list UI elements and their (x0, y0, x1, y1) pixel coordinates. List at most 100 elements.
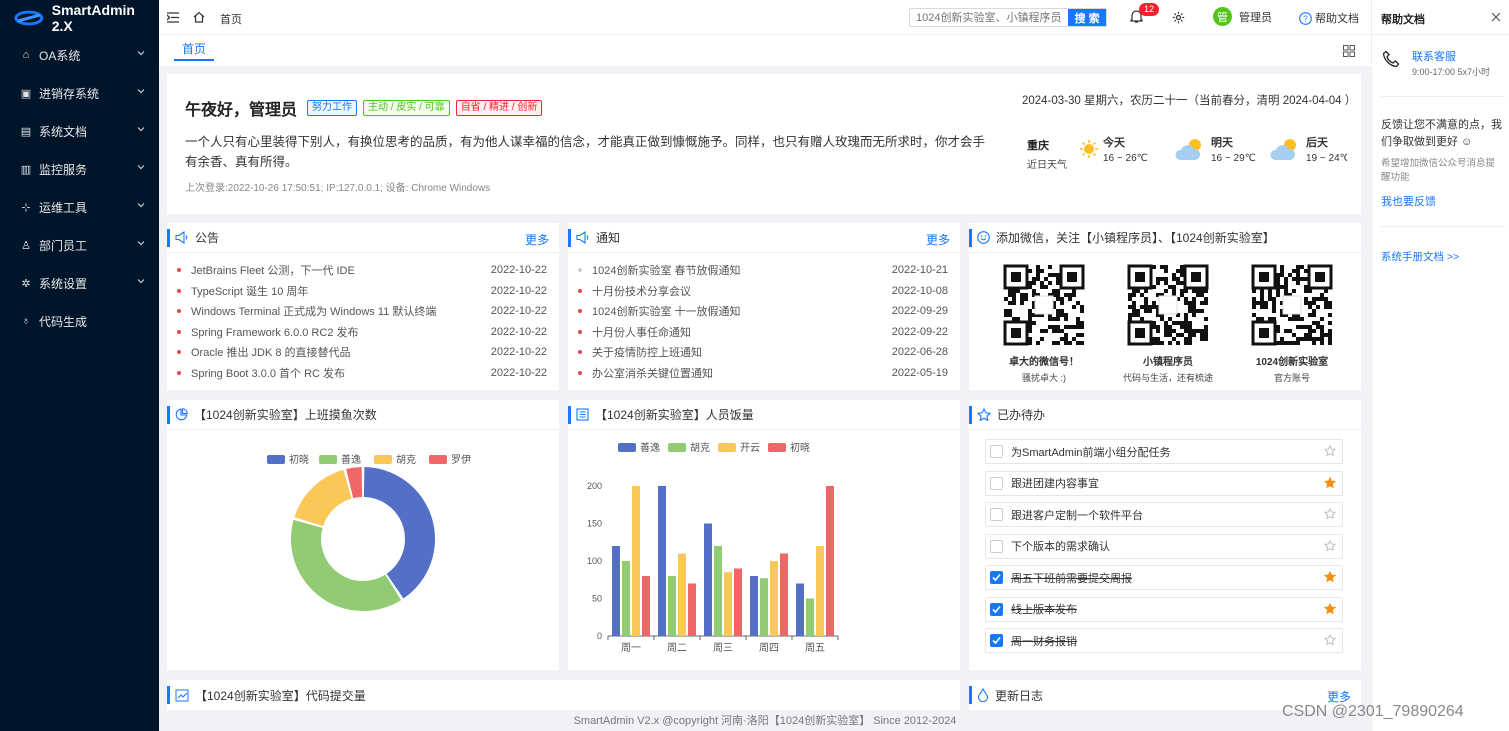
sidebar-item-4[interactable]: ▥ 监控服务 (0, 150, 159, 188)
todo-checkbox[interactable] (990, 634, 1003, 647)
bar[interactable] (724, 572, 732, 636)
user-menu[interactable]: 管 管理员 (1213, 7, 1272, 26)
sidebar-item-8[interactable]: ♁ 代码生成 (0, 302, 159, 340)
legend-item[interactable]: 胡克 (374, 453, 416, 466)
qr-card: 1024创新实验室 官方账号 (1237, 264, 1347, 384)
breadcrumb[interactable]: 首页 (220, 11, 242, 27)
sidebar-item-1[interactable]: ⌂ OA系统 (0, 36, 159, 74)
bar[interactable] (632, 486, 640, 636)
todo-checkbox[interactable] (990, 539, 1003, 553)
help-doc-button[interactable]: ? 帮助文档 (1299, 10, 1359, 26)
todo-item[interactable]: 跟进客户定制一个软件平台 (985, 502, 1343, 527)
sidebar-item-2[interactable]: ▣ 进销存系统 (0, 74, 159, 112)
legend-item[interactable]: 初晓 (768, 441, 810, 454)
list-item[interactable]: 1024创新实验室 春节放假通知 2022-10-21 (578, 260, 948, 280)
sidebar-item-6[interactable]: ♙ 部门员工 (0, 226, 159, 264)
star-filled-icon[interactable] (1324, 602, 1336, 615)
legend-item[interactable]: 善逸 (618, 441, 660, 454)
todo-item[interactable]: 周一财务报销 (985, 628, 1343, 653)
legend-item[interactable]: 开云 (718, 443, 760, 454)
quote-line-2: 有余香、真有所得。 (185, 155, 298, 169)
legend-item[interactable]: 罗伊 (429, 454, 471, 466)
bar[interactable] (826, 486, 834, 636)
search-box: 搜 索 (909, 8, 1107, 27)
search-input[interactable] (910, 9, 1069, 26)
list-item-date: 2022-10-21 (891, 264, 948, 276)
sidebar-item-7[interactable]: ✲ 系统设置 (0, 264, 159, 302)
list-item-date: 2022-06-28 (891, 346, 948, 358)
bar[interactable] (658, 486, 666, 636)
bar[interactable] (780, 553, 788, 637)
todo-item[interactable]: 跟进团建内容事宜 (985, 470, 1343, 496)
todo-item[interactable]: 为SmartAdmin前端小组分配任务 (985, 439, 1343, 464)
star-outline-icon[interactable] (1324, 445, 1336, 457)
star-filled-icon[interactable] (1324, 571, 1336, 583)
home-icon[interactable] (193, 11, 205, 23)
list-item[interactable]: Oracle 推出 JDK 8 的直接替代品 2022-10-22 (177, 342, 547, 362)
todo-checkbox[interactable] (990, 445, 1003, 458)
bar[interactable] (688, 583, 696, 637)
list-item[interactable]: 十月份人事任命通知 2022-09-22 (578, 322, 948, 342)
close-icon[interactable] (1491, 12, 1501, 22)
pie-slice[interactable] (363, 467, 435, 599)
todo-checkbox[interactable] (990, 602, 1003, 616)
feedback-link[interactable]: 我也要反馈 (1381, 193, 1436, 209)
menu-fold-icon[interactable] (167, 12, 179, 23)
bar[interactable] (760, 578, 768, 636)
pie-slice[interactable] (294, 469, 352, 527)
legend-item[interactable]: 初晓 (267, 453, 309, 466)
bar[interactable] (642, 576, 650, 636)
notice-more-link[interactable]: 更多 (525, 231, 549, 248)
list-item[interactable]: 办公室消杀关键位置通知 2022-05-19 (578, 363, 948, 383)
star-filled-icon[interactable] (1324, 476, 1336, 489)
todo-item[interactable]: 周五下班前需要提交周报 (985, 565, 1343, 590)
notification-bell[interactable]: 12 (1130, 3, 1160, 25)
bar[interactable] (816, 546, 824, 636)
todo-checkbox[interactable] (990, 476, 1003, 490)
legend-item[interactable]: 胡克 (668, 441, 710, 454)
list-item[interactable]: 十月份技术分享会议 2022-10-08 (578, 281, 948, 301)
notice-header: 公告 更多 (167, 223, 559, 253)
settings-gear-icon[interactable] (1172, 11, 1185, 24)
inform-more-link[interactable]: 更多 (926, 231, 950, 248)
check-icon (992, 636, 1001, 645)
greeting: 午夜好，管理员 (185, 102, 298, 119)
list-item[interactable]: 1024创新实验室 十一放假通知 2022-09-29 (578, 301, 948, 321)
motto-tag: 努力工作 (307, 100, 358, 116)
todo-checkbox[interactable] (990, 571, 1003, 584)
legend-item[interactable]: 善逸 (319, 453, 361, 466)
bar[interactable] (678, 553, 686, 637)
star-outline-icon[interactable] (1324, 539, 1336, 552)
bar[interactable] (622, 561, 630, 636)
list-item[interactable]: TypeScript 诞生 10 周年 2022-10-22 (177, 281, 547, 301)
bar[interactable] (704, 523, 712, 637)
todo-item[interactable]: 线上版本发布 (985, 596, 1343, 622)
tab-home[interactable]: 首页 (174, 41, 215, 61)
star-outline-icon[interactable] (1324, 634, 1336, 646)
bar[interactable] (806, 598, 814, 637)
list-item[interactable]: Spring Boot 3.0.0 首个 RC 发布 2022-10-22 (177, 363, 547, 383)
pie-slice[interactable] (291, 519, 402, 611)
bar[interactable] (734, 568, 742, 637)
app-logo[interactable]: SmartAdmin 2.X (0, 0, 159, 36)
bar[interactable] (796, 583, 804, 637)
list-item[interactable]: 关于疫情防控上班通知 2022-06-28 (578, 342, 948, 362)
todo-item[interactable]: 下个版本的需求确认 (985, 533, 1343, 559)
list-item[interactable]: JetBrains Fleet 公测，下一代 IDE 2022-10-22 (177, 260, 547, 280)
wechat-title: 添加微信，关注【小镇程序员】、【1024创新实验室】 (996, 231, 1275, 245)
list-item[interactable]: Spring Framework 6.0.0 RC2 发布 2022-10-22 (177, 322, 547, 342)
contact-service-link[interactable]: 联系客服 (1412, 48, 1456, 64)
search-button[interactable]: 搜 索 (1068, 9, 1106, 26)
bar[interactable] (750, 576, 758, 636)
bar[interactable] (668, 576, 676, 636)
sidebar-item-5[interactable]: ⊹ 运维工具 (0, 188, 159, 226)
bar[interactable] (612, 546, 620, 636)
bar[interactable] (714, 546, 722, 636)
list-item[interactable]: Windows Terminal 正式成为 Windows 11 默认终端 202… (177, 301, 547, 321)
bar[interactable] (770, 561, 778, 636)
star-outline-icon[interactable] (1324, 508, 1336, 520)
sidebar-item-3[interactable]: ▤ 系统文档 (0, 112, 159, 150)
todo-checkbox[interactable] (990, 508, 1003, 521)
manual-doc-link[interactable]: 系统手册文档 >> (1381, 249, 1459, 264)
app-grid-icon[interactable] (1343, 45, 1355, 57)
